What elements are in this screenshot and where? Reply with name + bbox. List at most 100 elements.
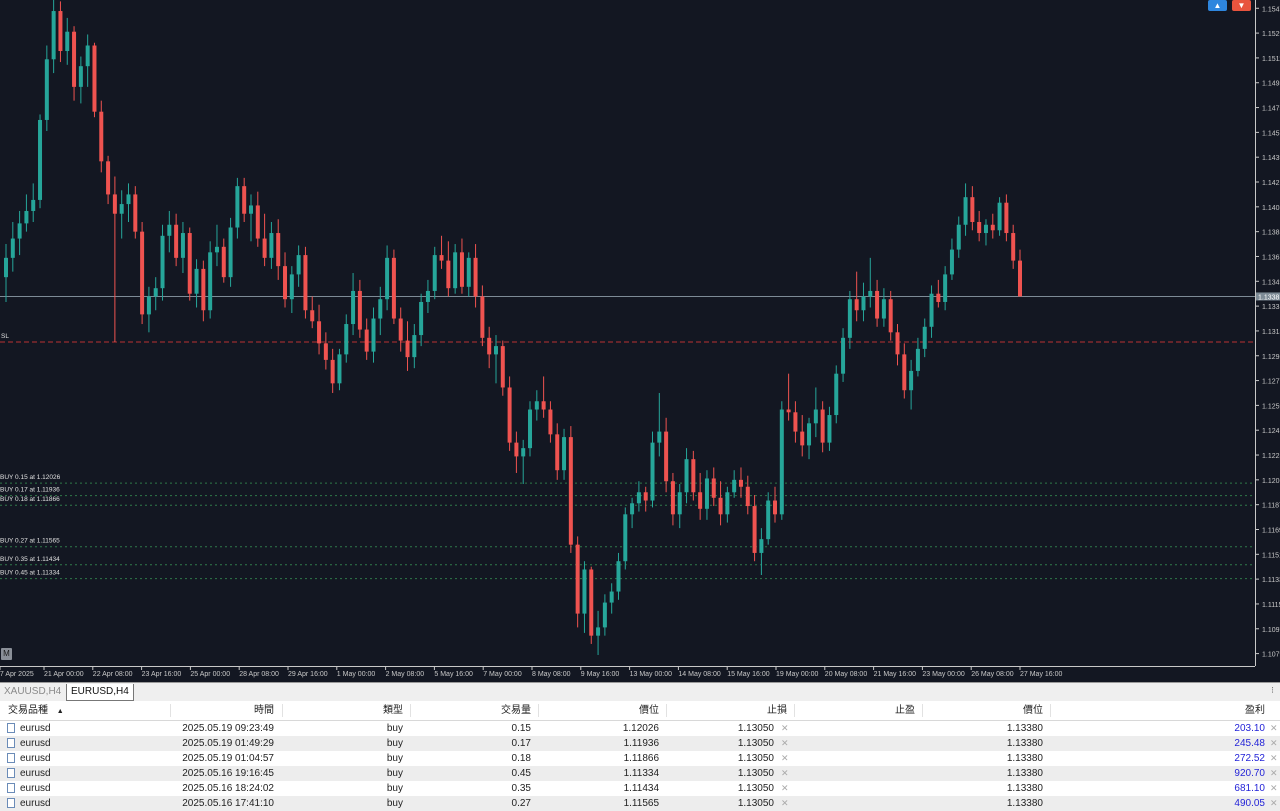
table-row[interactable]: eurusd 2025.05.19 01:04:57 buy 0.18 1.11866 1… [0,751,1280,766]
remove-sl-icon[interactable]: ✕ [781,751,789,766]
cell-price: 1.11565 [623,798,659,809]
table-row[interactable]: eurusd 2025.05.16 18:24:02 buy 0.35 1.11434 1… [0,781,1280,796]
candle-body [446,260,451,289]
time-axis-label: 2 May 08:00 [386,671,425,678]
col-tp[interactable]: 止盈 [794,701,915,720]
col-volume[interactable]: 交易量 [410,701,531,720]
candle-body [521,448,526,457]
price-axis-label: 1.1241 [1262,428,1280,435]
candle-body [915,348,920,371]
cell-time: 2025.05.19 01:49:29 [182,738,274,749]
candle-body [99,111,104,162]
cell-profit: 681.10 [1234,783,1265,794]
close-order-icon[interactable]: ✕ [1270,781,1278,796]
col-price[interactable]: 價位 [538,701,659,720]
candle-body [255,205,260,239]
remove-sl-icon[interactable]: ✕ [781,721,789,736]
price-axis-label: 1.1547 [1262,6,1280,13]
scroll-down-button[interactable]: ▼ [1232,0,1251,11]
candle-body [548,409,553,435]
candle-body [854,299,859,311]
cell-sl: 1.13050 [737,768,774,779]
cell-current-price: 1.13380 [1006,738,1043,749]
time-axis-label: 8 May 08:00 [532,671,571,678]
close-order-icon[interactable]: ✕ [1270,751,1278,766]
cell-symbol: eurusd [20,768,51,779]
cell-profit: 490.05 [1234,798,1265,809]
tab-scroll-icon[interactable]: ⁝ [1271,685,1274,696]
candle-body [276,233,281,267]
price-axis-label: 1.1367 [1262,254,1280,261]
close-order-icon[interactable]: ✕ [1270,736,1278,751]
candle-body [609,591,614,603]
cell-price: 1.12026 [622,723,659,734]
price-axis-label: 1.1511 [1262,56,1280,63]
cell-sl: 1.13050 [737,753,774,764]
time-axis-label: 20 May 08:00 [825,671,868,678]
col-current-price[interactable]: 價位 [922,701,1043,720]
candle-body [528,409,533,449]
candle-body [596,627,601,636]
remove-sl-icon[interactable]: ✕ [781,796,789,811]
cell-sl: 1.13050 [737,783,774,794]
candle-body [568,437,573,545]
candle-body [24,210,29,224]
candle-body [881,299,886,319]
cell-volume: 0.15 [511,723,531,734]
cell-time: 2025.05.16 18:24:02 [182,783,274,794]
col-sl[interactable]: 止損 [666,701,787,720]
table-row[interactable]: eurusd 2025.05.16 19:16:45 buy 0.45 1.11334 1… [0,766,1280,781]
candle-body [970,197,975,222]
tab-xauusd[interactable]: XAUUSD,H4 [0,684,65,700]
remove-sl-icon[interactable]: ✕ [781,766,789,781]
candle-body [1011,233,1016,261]
chart-area[interactable]: 1.1547 1.1529 1.1511 1.1493 1.1475 1.1457 1.14… [0,0,1280,682]
col-symbol[interactable]: 交易品種 ▲ [8,701,64,720]
scroll-up-button[interactable]: ▲ [1208,0,1227,11]
col-profit[interactable]: 盈利 [1050,701,1265,720]
time-axis-label: 25 Apr 00:00 [190,671,230,678]
price-axis-label: 1.1385 [1262,230,1280,237]
order-icon [7,798,15,808]
price-axis-label: 1.1259 [1262,403,1280,410]
candle-body [378,299,383,319]
candle-body [868,290,873,297]
remove-sl-icon[interactable]: ✕ [781,736,789,751]
cell-volume: 0.45 [511,768,531,779]
close-order-icon[interactable]: ✕ [1270,721,1278,736]
close-order-icon[interactable]: ✕ [1270,766,1278,781]
candle-body [17,223,22,239]
candle-body [10,238,15,258]
candle-body [72,31,77,87]
table-row[interactable]: eurusd 2025.05.19 09:23:49 buy 0.15 1.12026 1… [0,721,1280,736]
candle-body [453,252,458,289]
candle-body [820,409,825,443]
price-axis-label: 1.1151 [1262,552,1280,559]
candle-body [364,329,369,352]
close-order-icon[interactable]: ✕ [1270,796,1278,811]
candle-body [194,268,199,294]
table-row[interactable]: eurusd 2025.05.16 17:41:10 buy 0.27 1.11565 1… [0,796,1280,811]
candle-body [412,335,417,358]
candle-body [990,224,995,231]
candle-body [997,202,1002,231]
candle-body [650,442,655,501]
table-row[interactable]: eurusd 2025.05.19 01:49:29 buy 0.17 1.11936 1… [0,736,1280,751]
time-axis-label: 7 May 00:00 [483,671,522,678]
candle-body [718,497,723,515]
time-axis-label: 22 Apr 08:00 [93,671,133,678]
col-type[interactable]: 類型 [282,701,403,720]
candle-body [289,274,294,300]
candle-body [793,412,798,432]
candle-body [766,500,771,540]
cell-time: 2025.05.16 19:16:45 [182,768,274,779]
m-button[interactable]: M [1,648,12,660]
remove-sl-icon[interactable]: ✕ [781,781,789,796]
cell-current-price: 1.13380 [1006,723,1043,734]
time-axis-label: 21 May 16:00 [874,671,917,678]
cell-volume: 0.17 [511,738,531,749]
order-icon [7,723,15,733]
tab-eurusd[interactable]: EURUSD,H4 [66,684,134,701]
candle-body [936,293,941,302]
col-time[interactable]: 時間 [170,701,274,720]
